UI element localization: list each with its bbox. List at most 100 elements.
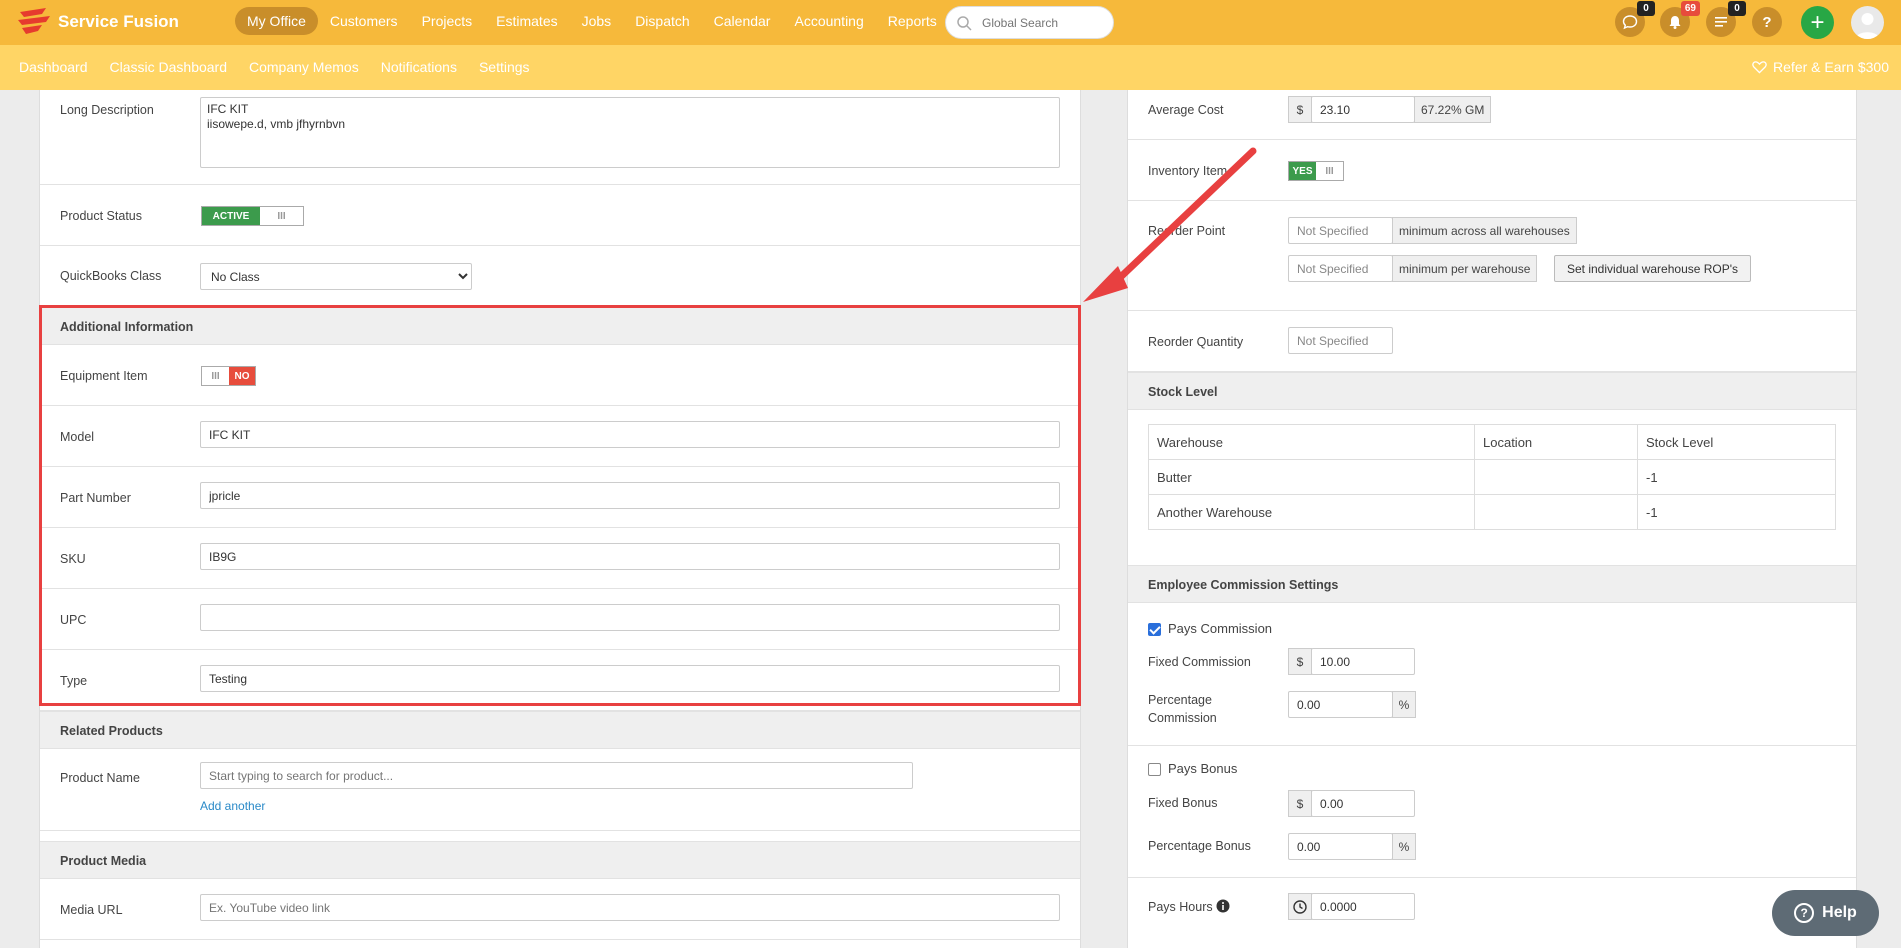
tasks-button[interactable]: 0 [1706,1,1746,37]
bonus-block: Pays Bonus Fixed Bonus $ Percentage Bonu… [1128,746,1856,878]
pays-bonus-checkbox[interactable] [1148,763,1161,776]
reorder-quantity-row: Reorder Quantity [1128,311,1856,372]
pays-hours-row: Pays Hours [1128,878,1856,948]
add-another-link[interactable]: Add another [200,799,265,813]
related-products-header: Related Products [40,711,1080,749]
quickbooks-class-row: QuickBooks Class No Class [40,246,1080,307]
nav-my-office[interactable]: My Office [235,7,318,35]
notifications-button[interactable]: 69 [1660,1,1700,37]
fixed-commission-input[interactable] [1311,648,1415,675]
pays-commission-label: Pays Commission [1168,621,1273,636]
inventory-panel: Average Cost $ 67.22% GM Inventory Item … [1127,90,1857,948]
inventory-item-toggle[interactable]: YES III [1288,161,1344,181]
commission-block: Pays Commission Fixed Commission $ Perce… [1128,603,1856,746]
long-description-input[interactable]: IFC KIT iisowepe.d, vmb jfhyrnbvn [200,97,1060,168]
fixed-bonus-input[interactable] [1311,790,1415,817]
help-label: Help [1822,904,1857,921]
dollar-prefix: $ [1288,648,1312,675]
nav-jobs[interactable]: Jobs [570,7,624,35]
equipment-item-toggle[interactable]: III NO [201,366,256,386]
subnav-classic-dashboard[interactable]: Classic Dashboard [110,59,228,75]
model-label: Model [60,430,95,444]
pays-commission-checkbox[interactable] [1148,623,1161,636]
user-icon [1856,13,1879,39]
reorder-quantity-label: Reorder Quantity [1148,335,1244,349]
part-number-row: Part Number [40,467,1080,528]
add-new-button[interactable]: + [1801,6,1834,39]
global-search[interactable] [945,6,1114,39]
reorder-quantity-input[interactable] [1288,327,1393,354]
nav-estimates[interactable]: Estimates [484,7,569,35]
top-navbar: Service Fusion My Office Customers Proje… [0,0,1901,45]
toggle-handle: III [260,207,303,225]
percentage-bonus-input[interactable] [1288,833,1393,860]
additional-information-title: Additional Information [60,320,194,334]
average-cost-label: Average Cost [1148,103,1224,117]
refer-earn-link[interactable]: Refer & Earn $300 [1752,59,1889,75]
dollar-prefix: $ [1288,96,1312,123]
product-status-toggle[interactable]: ACTIVE III [201,206,304,226]
nav-projects[interactable]: Projects [410,7,485,35]
subnav-company-memos[interactable]: Company Memos [249,59,359,75]
type-input[interactable] [200,665,1060,692]
clock-prefix [1288,893,1312,920]
chat-badge: 0 [1637,1,1655,16]
pays-hours-label: Pays Hours [1148,900,1213,914]
subnav-notifications[interactable]: Notifications [381,59,457,75]
product-status-row: Product Status ACTIVE III [40,185,1080,246]
plus-icon: + [1810,8,1825,36]
brand-name: Service Fusion [58,12,179,31]
subnav-dashboard[interactable]: Dashboard [19,59,88,75]
nav-customers[interactable]: Customers [318,7,410,35]
sub-navbar: Dashboard Classic Dashboard Company Memo… [0,45,1901,90]
model-input[interactable] [200,421,1060,448]
gm-addon: 67.22% GM [1414,96,1492,123]
long-description-label: Long Description [60,103,154,117]
sku-row: SKU [40,528,1080,589]
help-icon: ? [1794,903,1815,923]
inventory-item-row: Inventory Item YES III [1128,140,1856,201]
global-search-input[interactable] [982,15,1102,30]
nav-accounting[interactable]: Accounting [782,7,875,35]
active-state: ACTIVE [202,207,260,225]
set-warehouse-rop-button[interactable]: Set individual warehouse ROP's [1554,255,1752,282]
refer-earn-label: Refer & Earn $300 [1773,59,1889,75]
chat-button[interactable]: 0 [1615,1,1655,37]
sku-label: SKU [60,552,86,566]
service-fusion-logo[interactable]: Service Fusion [16,6,179,38]
user-avatar[interactable] [1851,6,1884,39]
list-icon [1715,17,1727,27]
reorder-point-total-input[interactable] [1288,217,1393,244]
nav-calendar[interactable]: Calendar [702,7,783,35]
sku-input[interactable] [200,543,1060,570]
subnav-settings[interactable]: Settings [479,59,530,75]
nav-dispatch[interactable]: Dispatch [623,7,701,35]
upc-label: UPC [60,613,87,627]
pays-hours-input[interactable] [1311,893,1415,920]
help-button[interactable]: ? Help [1772,890,1879,936]
min-all-warehouses-addon: minimum across all warehouses [1392,217,1577,244]
product-search-input[interactable] [200,762,913,789]
yes-state: YES [1289,162,1316,180]
average-cost-input[interactable] [1311,96,1415,123]
part-number-input[interactable] [200,482,1060,509]
pays-bonus-label: Pays Bonus [1168,761,1238,776]
media-url-row: Media URL [40,879,1080,940]
reorder-point-per-warehouse-input[interactable] [1288,255,1393,282]
inventory-item-label: Inventory Item [1148,164,1228,178]
quickbooks-class-select[interactable]: No Class [200,263,472,290]
nav-reports[interactable]: Reports [876,7,949,35]
stock-level-body [1128,410,1856,565]
media-url-input[interactable] [200,894,1060,921]
no-state: NO [229,367,255,385]
model-row: Model [40,406,1080,467]
logo-icon [18,8,50,34]
percentage-commission-input[interactable] [1288,691,1393,718]
upc-input[interactable] [200,604,1060,631]
info-icon[interactable] [1216,899,1230,913]
product-status-label: Product Status [60,209,142,223]
help-question-button[interactable]: ? [1752,7,1782,37]
equipment-item-row: Equipment Item III NO [40,345,1080,406]
part-number-label: Part Number [60,491,131,505]
product-name-label: Product Name [60,771,140,785]
